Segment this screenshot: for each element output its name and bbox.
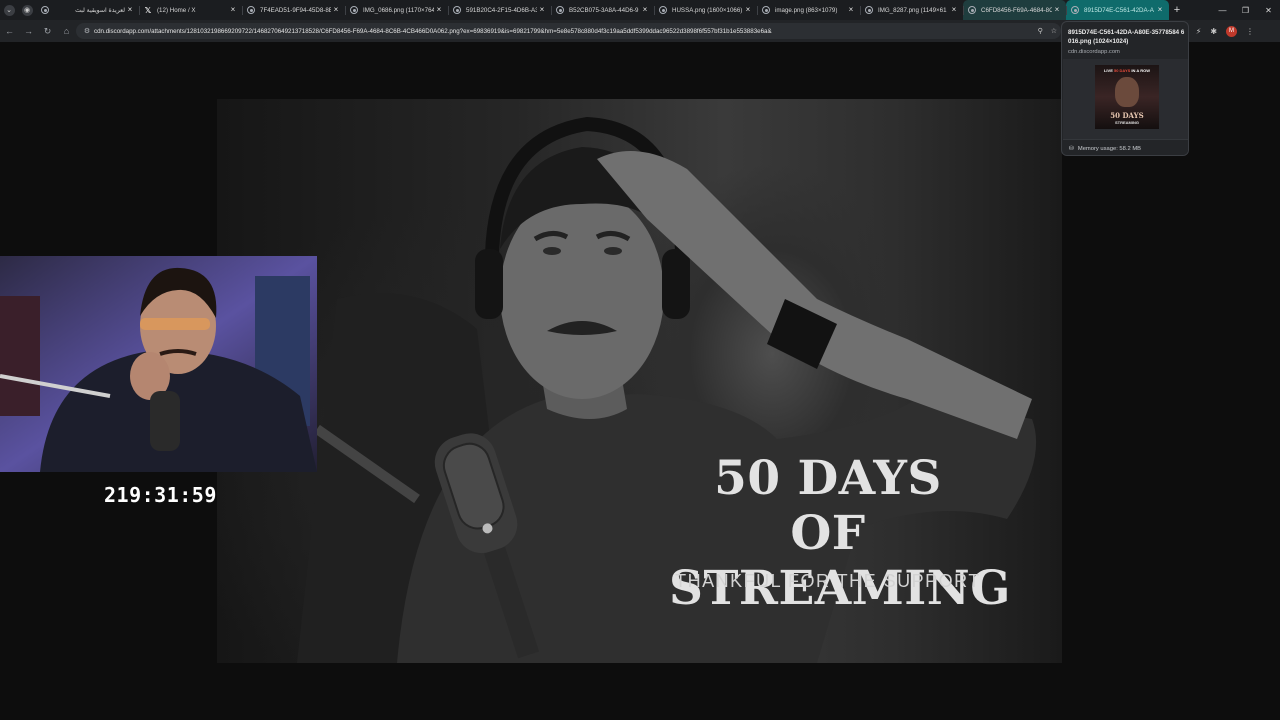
tab-title: 591B20C4-2F15-4D6B-A3 bbox=[466, 6, 537, 14]
close-icon[interactable]: × bbox=[228, 5, 238, 15]
close-icon[interactable]: × bbox=[743, 5, 753, 15]
tab-title: 7F4EAD51-9F94-45D8-8E bbox=[260, 6, 331, 14]
globe-icon bbox=[41, 6, 49, 14]
tab[interactable]: 𝕏 (12) Home / X × bbox=[139, 0, 242, 20]
tab-search-button[interactable]: ⌄ bbox=[0, 0, 18, 20]
site-info-icon[interactable]: ⚙ bbox=[80, 27, 94, 35]
close-icon[interactable]: × bbox=[331, 5, 341, 15]
thumbnail-title: 50 DAYS bbox=[1110, 111, 1144, 120]
tab-current[interactable]: 8915D74E-C561-42DA-A × bbox=[1066, 0, 1169, 20]
tab-title: IMG_8287.png (1149×61 bbox=[878, 6, 947, 14]
chrome-icon: ◉ bbox=[21, 4, 33, 16]
tab[interactable]: C6FD8456-F69A-4684-8C × bbox=[963, 0, 1066, 20]
tab[interactable]: IMG_0686.png (1170×764) × bbox=[345, 0, 448, 20]
thumbnail-top-accent: 50 DAYS bbox=[1113, 68, 1131, 73]
webcam-feed bbox=[0, 256, 317, 472]
thumbnail-subtitle: STREAMING bbox=[1115, 120, 1139, 125]
url-text[interactable]: cdn.discordapp.com/attachments/128103219… bbox=[94, 28, 1061, 35]
memory-usage: ⛁ Memory usage: 58.2 MB bbox=[1063, 139, 1188, 155]
hover-card-domain: cdn.discordapp.com bbox=[1068, 49, 1120, 55]
tab-title: (12) Home / X bbox=[157, 6, 196, 14]
tab-title: HUSSA.png (1600×1066) bbox=[672, 6, 743, 14]
tab[interactable]: image.png (863×1079) × bbox=[757, 0, 860, 20]
thumbnail-top-text: LIVE 50 DAYS IN A ROW bbox=[1095, 68, 1159, 73]
minimize-icon[interactable]: — bbox=[1211, 0, 1234, 20]
address-bar[interactable]: ⚙ cdn.discordapp.com/attachments/1281032… bbox=[76, 23, 1061, 39]
displayed-image: 50 DAYS OF STREAMING THANKFUL FOR THE SU… bbox=[217, 99, 1062, 663]
thumbnail-face bbox=[1115, 77, 1139, 107]
close-icon[interactable]: × bbox=[125, 5, 135, 15]
extension-icon[interactable]: ⚡ bbox=[1196, 27, 1202, 36]
menu-icon[interactable]: ⋮ bbox=[1246, 27, 1254, 36]
tab-title: image.png (863×1079) bbox=[775, 6, 838, 14]
close-icon[interactable]: × bbox=[537, 5, 547, 15]
chevron-down-icon: ⌄ bbox=[3, 4, 15, 16]
tab-title: B52CB075-3A8A-44D6-9 bbox=[569, 6, 639, 14]
reload-icon[interactable]: ↻ bbox=[38, 20, 57, 42]
tab[interactable]: 591B20C4-2F15-4D6B-A3 × bbox=[448, 0, 551, 20]
tab[interactable]: HUSSA.png (1600×1066) × bbox=[654, 0, 757, 20]
tab-title: C6FD8456-F69A-4684-8C bbox=[981, 6, 1052, 14]
tab-title: 8915D74E-C561-42DA-A bbox=[1084, 6, 1154, 14]
globe-icon bbox=[556, 6, 564, 14]
globe-icon bbox=[865, 6, 873, 14]
toolbar-actions: ⟲ ⚡ ✱ M ⋮ bbox=[1180, 20, 1254, 42]
extensions-puzzle-icon[interactable]: ✱ bbox=[1210, 27, 1217, 36]
image-headline-line1: 50 DAYS OF bbox=[714, 451, 942, 561]
thumbnail-top-live: LIVE bbox=[1103, 68, 1113, 73]
memory-usage-text: Memory usage: 58.2 MB bbox=[1077, 145, 1142, 152]
back-icon[interactable]: ← bbox=[0, 20, 19, 42]
memory-icon: ⛁ bbox=[1069, 145, 1074, 152]
x-logo-icon: 𝕏 bbox=[144, 5, 152, 15]
tab-title: IMG_0686.png (1170×764) bbox=[363, 6, 434, 14]
close-icon[interactable]: × bbox=[640, 5, 650, 15]
globe-icon bbox=[453, 6, 461, 14]
bookmark-star-icon[interactable]: ☆ bbox=[1051, 27, 1057, 35]
close-icon[interactable]: × bbox=[1155, 5, 1165, 15]
window-controls: — ❐ ✕ bbox=[1211, 0, 1280, 20]
close-window-icon[interactable]: ✕ bbox=[1257, 0, 1280, 20]
home-icon[interactable]: ⌂ bbox=[57, 20, 76, 42]
pinned-tab[interactable]: ◉ bbox=[18, 0, 36, 20]
stream-timer: 219:31:59 bbox=[104, 483, 217, 507]
close-icon[interactable]: × bbox=[1052, 5, 1062, 15]
globe-icon bbox=[762, 6, 770, 14]
tab[interactable]: لعريدة اسويقية لبث × bbox=[36, 0, 139, 20]
globe-icon bbox=[968, 6, 976, 14]
restore-icon[interactable]: ❐ bbox=[1234, 0, 1257, 20]
hover-card-title: 8915D74E-C561-42DA-A80E-35778584 6016.pn… bbox=[1068, 29, 1185, 45]
tab[interactable]: IMG_8287.png (1149×61 × bbox=[860, 0, 963, 20]
globe-icon bbox=[247, 6, 255, 14]
thumbnail-image: LIVE 50 DAYS IN A ROW 50 DAYS STREAMING bbox=[1095, 65, 1159, 129]
thumbnail-top-rest: IN A ROW bbox=[1131, 68, 1151, 73]
close-icon[interactable]: × bbox=[846, 5, 856, 15]
zoom-icon[interactable]: ⚲ bbox=[1038, 27, 1043, 35]
image-subtitle: THANKFUL FOR THE SUPPORT bbox=[675, 571, 981, 591]
tab-title: لعريدة اسويقية لبث bbox=[75, 6, 125, 14]
tab-strip: ⌄ ◉ لعريدة اسويقية لبث × 𝕏 (12) Home / X… bbox=[0, 0, 1280, 20]
new-tab-button[interactable]: + bbox=[1169, 4, 1185, 16]
globe-icon bbox=[1071, 6, 1079, 14]
profile-avatar[interactable]: M bbox=[1226, 25, 1238, 37]
tab-hover-card: 8915D74E-C561-42DA-A80E-35778584 6016.pn… bbox=[1061, 21, 1189, 156]
tab[interactable]: 7F4EAD51-9F94-45D8-8E × bbox=[242, 0, 345, 20]
globe-icon bbox=[659, 6, 667, 14]
globe-icon bbox=[350, 6, 358, 14]
close-icon[interactable]: × bbox=[949, 5, 959, 15]
tab[interactable]: B52CB075-3A8A-44D6-9 × bbox=[551, 0, 654, 20]
webcam-overlay bbox=[0, 256, 317, 472]
forward-icon[interactable]: → bbox=[19, 20, 38, 42]
close-icon[interactable]: × bbox=[434, 5, 444, 15]
